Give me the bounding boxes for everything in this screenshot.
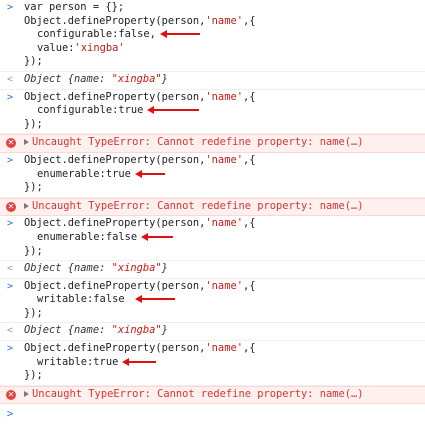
console-prompt[interactable]: > <box>0 404 425 421</box>
console-input-field[interactable] <box>24 408 30 420</box>
code-text: configurable:true <box>37 104 144 117</box>
error-message: Uncaught TypeError: Cannot redefine prop… <box>32 199 364 212</box>
console-input-entry[interactable]: > var person = {}; Object.defineProperty… <box>0 0 425 72</box>
object-preview[interactable]: Object {name: "xingba"} <box>24 73 421 87</box>
code-line: enumerable:false <box>24 231 421 245</box>
input-prompt-icon: > <box>7 218 14 230</box>
input-prompt-icon: > <box>7 91 14 103</box>
code-line: writable:false <box>24 293 421 307</box>
error-message: Uncaught TypeError: Cannot redefine prop… <box>32 136 364 149</box>
code-line: value:'xingba' <box>24 42 421 56</box>
code-line: Object.defineProperty(person,'name',{ <box>24 217 256 230</box>
console-input-entry[interactable]: > Object.defineProperty(person,'name',{ … <box>0 216 425 262</box>
code-text: enumerable:false <box>37 230 138 243</box>
error-line[interactable]: Uncaught TypeError: Cannot redefine prop… <box>24 136 421 150</box>
console-input-entry[interactable]: > Object.defineProperty(person,'name',{ … <box>0 279 425 324</box>
expand-triangle-icon[interactable] <box>24 390 29 397</box>
input-prompt-icon: > <box>7 343 14 355</box>
code-line: Object.defineProperty(person,'name',{ <box>24 153 256 166</box>
console-input-entry[interactable]: > Object.defineProperty(person,'name',{ … <box>0 153 425 198</box>
code-line: enumerable:true <box>24 168 421 182</box>
console-error-entry[interactable]: ✕ Uncaught TypeError: Cannot redefine pr… <box>0 197 425 217</box>
input-prompt-icon: > <box>7 154 14 166</box>
code-line: }); <box>24 181 43 194</box>
object-preview[interactable]: Object {name: "xingba"} <box>24 324 421 338</box>
code-text: value:'xingba' <box>37 41 125 54</box>
console-output-entry[interactable]: < Object {name: "xingba"} <box>0 323 425 342</box>
code-text: enumerable:true <box>37 167 131 180</box>
error-x-icon: ✕ <box>6 138 16 149</box>
console-error-entry[interactable]: ✕ Uncaught TypeError: Cannot redefine pr… <box>0 385 425 405</box>
annotation-arrow <box>134 294 175 304</box>
console-output-entry[interactable]: < Object {name: "xingba"} <box>0 261 425 279</box>
annotation-arrow <box>134 169 165 179</box>
output-return-icon: < <box>7 263 14 275</box>
code-text: writable:true <box>37 355 119 368</box>
input-prompt-icon: > <box>7 280 14 292</box>
error-message: Uncaught TypeError: Cannot redefine prop… <box>32 387 364 400</box>
console-error-entry[interactable]: ✕ Uncaught TypeError: Cannot redefine pr… <box>0 134 425 153</box>
annotation-arrow <box>122 357 157 367</box>
expand-triangle-icon[interactable] <box>24 202 29 209</box>
code-line: Object.defineProperty(person,'name',{ <box>24 14 256 27</box>
output-return-icon: < <box>7 325 14 337</box>
annotation-arrow <box>141 232 174 242</box>
code-line: }); <box>24 306 43 319</box>
console-input-entry[interactable]: > Object.defineProperty(person,'name',{ … <box>0 90 425 135</box>
error-line[interactable]: Uncaught TypeError: Cannot redefine prop… <box>24 388 421 402</box>
annotation-arrow <box>147 105 200 115</box>
code-line: }); <box>24 369 43 382</box>
expand-triangle-icon[interactable] <box>24 139 29 146</box>
code-line: configurable:false, <box>24 28 421 42</box>
code-line: Object.defineProperty(person,'name',{ <box>24 90 256 103</box>
error-x-icon: ✕ <box>6 389 16 400</box>
input-prompt-icon: > <box>7 2 14 13</box>
code-line: var person = {}; <box>24 1 125 13</box>
code-line: Object.defineProperty(person,'name',{ <box>24 279 256 292</box>
error-x-icon: ✕ <box>6 201 16 212</box>
devtools-console: > var person = {}; Object.defineProperty… <box>0 0 425 440</box>
code-text: writable:false <box>37 293 125 306</box>
console-output-entry[interactable]: < Object {name: "xingba"} <box>0 72 425 90</box>
code-line: configurable:true <box>24 104 421 118</box>
object-preview[interactable]: Object {name: "xingba"} <box>24 262 421 276</box>
output-return-icon: < <box>7 73 14 85</box>
annotation-arrow <box>159 29 200 39</box>
input-prompt-icon: > <box>7 408 14 421</box>
console-input-entry[interactable]: > Object.defineProperty(person,'name',{ … <box>0 341 425 386</box>
code-line: }); <box>24 244 43 257</box>
code-line: }); <box>24 117 43 130</box>
code-text: configurable:false, <box>37 28 156 41</box>
code-line: writable:true <box>24 356 421 370</box>
code-line: }); <box>24 55 43 68</box>
code-line: Object.defineProperty(person,'name',{ <box>24 342 256 355</box>
error-line[interactable]: Uncaught TypeError: Cannot redefine prop… <box>24 200 421 214</box>
